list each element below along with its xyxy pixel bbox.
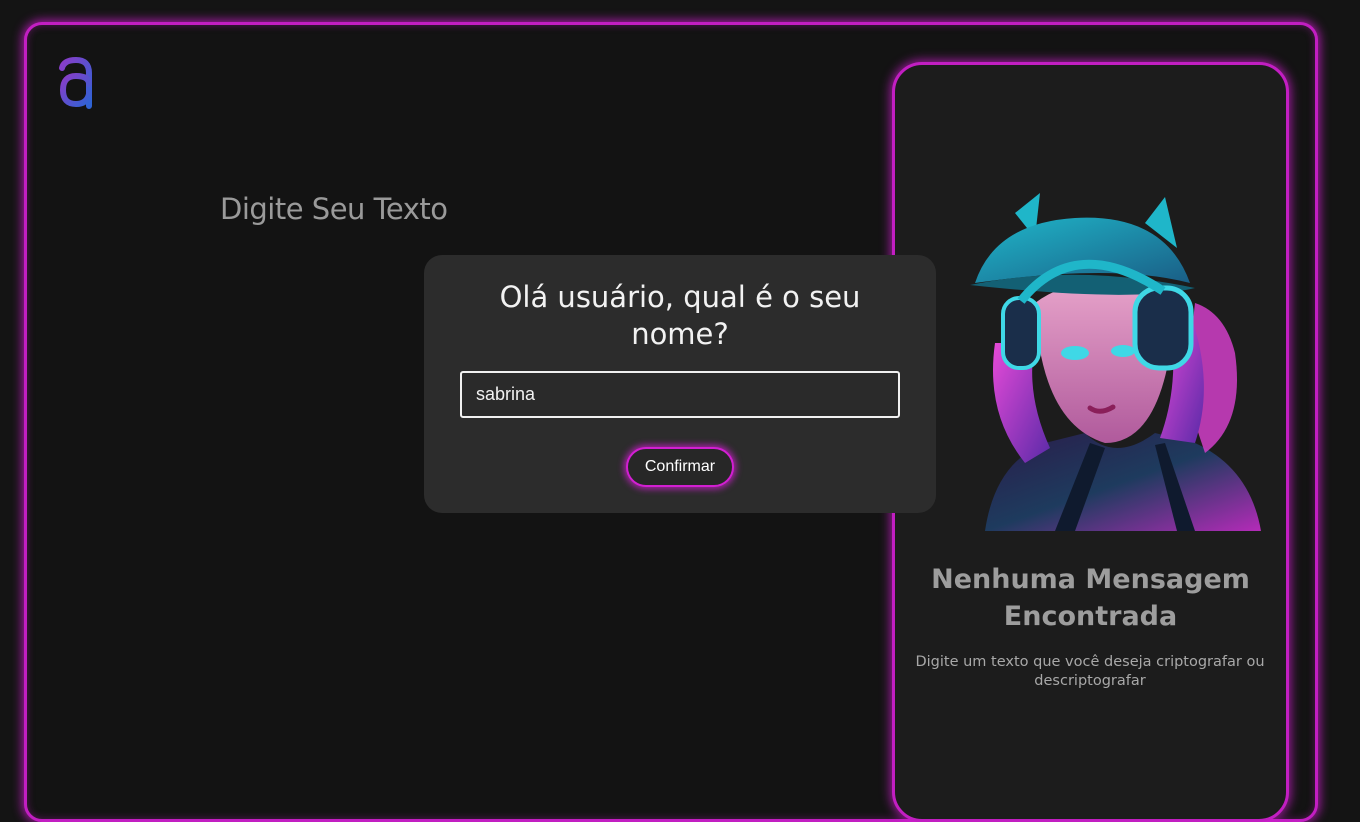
alura-logo-icon [59, 56, 92, 109]
empty-state-title: Nenhuma Mensagem Encontrada [931, 564, 1250, 632]
name-input[interactable] [460, 371, 900, 418]
result-panel: Nenhuma Mensagem Encontrada Digite um te… [892, 62, 1289, 822]
confirm-button[interactable]: Confirmar [626, 447, 734, 487]
name-prompt-modal: Olá usuário, qual é o seu nome? Confirma… [424, 255, 936, 513]
modal-title: Olá usuário, qual é o seu nome? [499, 280, 861, 351]
empty-state-description: Digite um texto que você deseja criptogr… [915, 654, 1265, 689]
input-section-title: Digite Seu Texto [220, 192, 448, 226]
cyberpunk-girl-illustration [970, 193, 1261, 531]
